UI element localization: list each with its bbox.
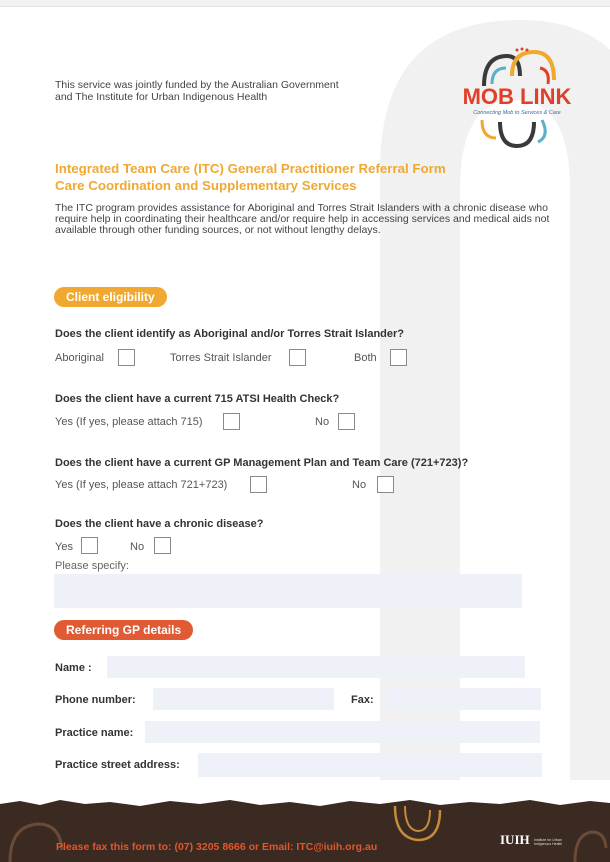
option-aboriginal-label: Aboriginal: [55, 352, 104, 364]
practice-address-label: Practice street address:: [55, 759, 180, 771]
form-title-line1: Integrated Team Care (ITC) General Pract…: [55, 161, 446, 176]
form-page: This service was jointly funded by the A…: [0, 0, 610, 862]
iuih-subtitle: Institute for Urban Indigenous Health: [534, 838, 563, 846]
program-description: The ITC program provides assistance for …: [55, 202, 550, 236]
option-715-yes-label: Yes (If yes, please attach 715): [55, 416, 203, 428]
practice-name-field[interactable]: [145, 721, 540, 743]
chronic-yes-checkbox[interactable]: [81, 537, 98, 554]
footer-contact-text: Please fax this form to: (07) 3205 8666 …: [56, 841, 378, 853]
option-tsi-label: Torres Strait Islander: [170, 352, 272, 364]
health-check-no-checkbox[interactable]: [338, 413, 355, 430]
practice-name-label: Practice name:: [55, 727, 134, 739]
question-identify: Does the client identify as Aboriginal a…: [55, 328, 405, 340]
referring-gp-heading: Referring GP details: [54, 620, 194, 640]
health-check-yes-checkbox[interactable]: [223, 413, 240, 430]
chronic-disease-specify-field[interactable]: [54, 574, 522, 608]
gp-plan-yes-checkbox[interactable]: [250, 476, 267, 493]
fax-field[interactable]: [386, 688, 541, 710]
option-chronic-no-label: No: [130, 541, 145, 553]
fax-label: Fax:: [351, 694, 374, 706]
aboriginal-checkbox[interactable]: [118, 349, 135, 366]
phone-number-label: Phone number:: [55, 694, 136, 706]
client-eligibility-heading: Client eligibility: [54, 287, 167, 307]
gp-plan-no-checkbox[interactable]: [377, 476, 394, 493]
gp-name-label: Name :: [55, 662, 92, 674]
both-checkbox[interactable]: [390, 349, 407, 366]
question-715: Does the client have a current 715 ATSI …: [55, 393, 340, 405]
form-title-line2: Care Coordination and Supplementary Serv…: [55, 178, 357, 193]
funding-statement: This service was jointly funded by the A…: [55, 79, 339, 103]
top-edge: [0, 0, 610, 7]
logo-wordmark: MOB LINK: [462, 84, 572, 109]
practice-address-field[interactable]: [198, 753, 542, 777]
iuih-wordmark: IUIH: [500, 832, 530, 847]
iuih-logo: IUIH Institute for Urban Indigenous Heal…: [500, 826, 562, 854]
option-chronic-yes-label: Yes: [55, 541, 73, 553]
option-plan-no-label: No: [352, 479, 367, 491]
option-plan-yes-label: Yes (If yes, please attach 721+723): [55, 479, 228, 491]
torres-strait-islander-checkbox[interactable]: [289, 349, 306, 366]
question-chronic: Does the client have a chronic disease?: [55, 518, 264, 530]
gp-name-field[interactable]: [107, 656, 525, 678]
form-title: Integrated Team Care (ITC) General Pract…: [55, 160, 446, 194]
please-specify-label: Please specify:: [55, 560, 129, 572]
chronic-no-checkbox[interactable]: [154, 537, 171, 554]
question-gp-plan: Does the client have a current GP Manage…: [55, 457, 469, 469]
logo-tagline: Connecting Mob to Services & Care: [473, 110, 561, 116]
option-both-label: Both: [354, 352, 377, 364]
phone-number-field[interactable]: [153, 688, 334, 710]
option-715-no-label: No: [315, 416, 330, 428]
mob-link-logo: MOB LINK Connecting Mob to Services & Ca…: [462, 46, 572, 154]
